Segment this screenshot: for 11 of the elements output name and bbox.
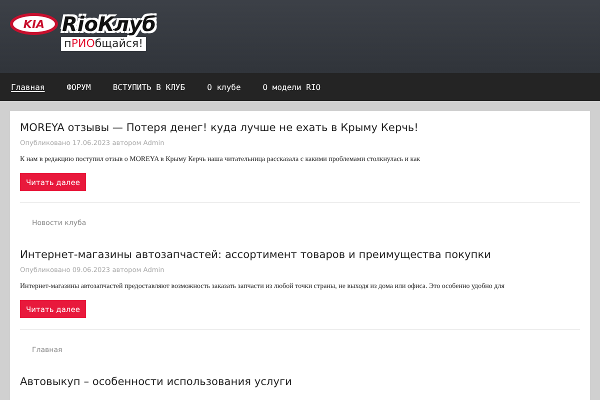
nav-link[interactable]: ФОРУМ — [66, 82, 91, 92]
logo-badge: KIA — [10, 13, 58, 35]
nav-link[interactable]: О модели RIO — [262, 82, 321, 92]
logo-tagline: пРИОбщайся! — [61, 37, 146, 51]
post-title[interactable]: Автовыкуп – особенности использования услуги — [20, 374, 580, 390]
nav-link[interactable]: Главная — [11, 82, 45, 92]
nav-link[interactable]: О клубе — [207, 82, 241, 92]
post-title[interactable]: Интернет-магазины автозапчастей: ассортимент товаров и преимущества покупки — [20, 247, 580, 263]
logo-name: RioКлуб — [62, 12, 156, 36]
post-title[interactable]: MOREYA отзывы — Потеря денег! куда лучше не ехать в Крыму Керчь! — [20, 120, 580, 136]
nav-link[interactable]: ВСТУПИТЬ В КЛУБ — [112, 82, 186, 92]
